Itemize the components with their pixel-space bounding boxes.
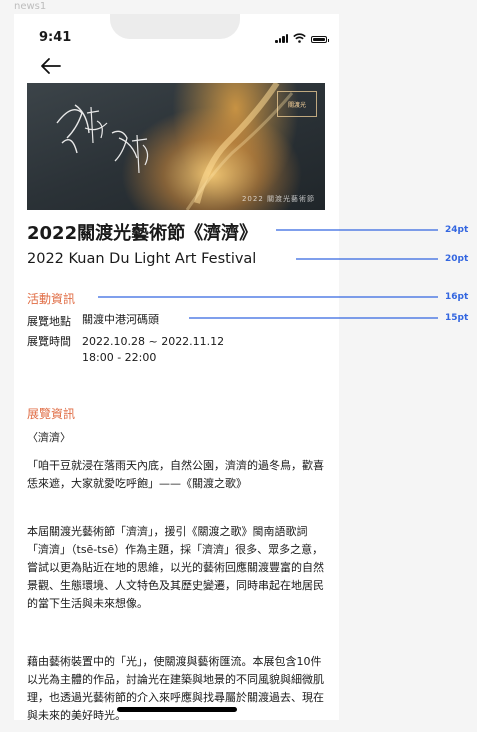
annotation-label-subtitle: 20pt	[445, 254, 469, 264]
annotation-label-title: 24pt	[445, 225, 469, 235]
annotation-lines	[98, 229, 438, 319]
annotation-label-heading: 16pt	[445, 292, 469, 302]
annotation-label-body: 15pt	[445, 313, 469, 323]
